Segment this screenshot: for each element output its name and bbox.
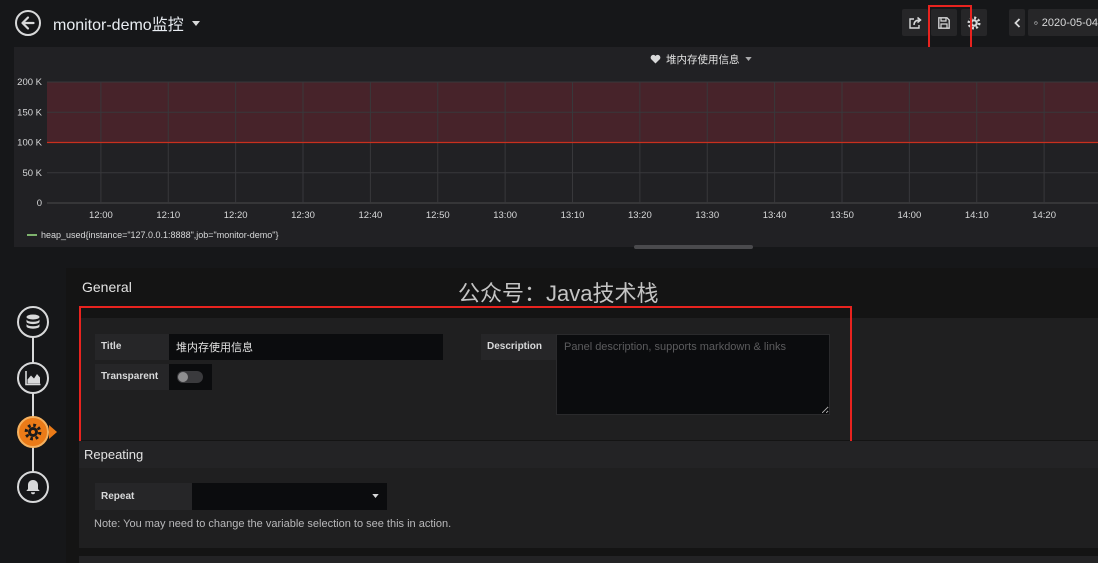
repeating-header-band [79, 441, 1098, 468]
step-alert[interactable] [17, 471, 49, 503]
x-tick-label: 13:50 [830, 210, 854, 221]
repeat-note: Note: You may need to change the variabl… [94, 518, 452, 530]
arrow-left-icon [21, 16, 35, 30]
gear-icon [967, 16, 981, 29]
toggle-knob [178, 372, 188, 382]
y-tick-label: 50 K [22, 168, 42, 179]
x-tick-label: 13:30 [695, 210, 719, 221]
time-range-label: 2020-05-04 [1041, 16, 1098, 29]
panel-resize-handle[interactable] [634, 245, 753, 249]
dashboard-title-picker[interactable]: monitor-demo监控 [53, 13, 200, 34]
x-tick-label: 12:40 [358, 210, 382, 221]
next-section-edge [79, 556, 1098, 563]
caret-down-icon [372, 494, 379, 498]
save-icon [938, 16, 950, 29]
chevron-left-icon [1013, 17, 1020, 28]
general-heading: General [82, 279, 132, 295]
x-tick-label: 13:10 [561, 210, 585, 221]
title-label: Title [95, 334, 169, 360]
step-visualization[interactable] [17, 362, 49, 394]
dashboard-settings-button[interactable] [961, 9, 987, 36]
x-tick-label: 14:20 [1032, 210, 1056, 221]
time-range-picker[interactable]: 2020-05-04 [1028, 9, 1098, 36]
repeat-select[interactable] [192, 483, 387, 510]
x-tick-label: 12:20 [224, 210, 248, 221]
x-tick-label: 14:00 [897, 210, 921, 221]
x-tick-label: 12:50 [426, 210, 450, 221]
graph-plot[interactable]: 200 K 150 K 100 K 50 K 0 12:00 12:10 12:20 12:30… [14, 47, 1098, 247]
database-icon [26, 314, 40, 329]
area-chart-icon [25, 371, 41, 386]
repeating-heading: Repeating [84, 447, 144, 462]
gear-icon [24, 423, 42, 441]
y-tick-label: 100 K [17, 138, 42, 149]
x-tick-label: 13:20 [628, 210, 652, 221]
x-tick-label: 14:10 [965, 210, 989, 221]
dashboard-title: monitor-demo监控 [53, 17, 184, 34]
x-tick-label: 12:10 [156, 210, 180, 221]
back-button[interactable] [15, 10, 41, 36]
x-tick-label: 13:40 [763, 210, 787, 221]
graph-panel: 堆内存使用信息 200 K 150 K 100 K 50 K 0 12:00 12:10 12… [14, 47, 1098, 247]
y-tick-label: 0 [37, 198, 42, 209]
share-button[interactable] [902, 9, 928, 36]
legend-series-color [27, 233, 37, 236]
time-shift-back-button[interactable] [1009, 9, 1025, 36]
chart-legend-item[interactable]: heap_used{instance="127.0.0.1:8888",job=… [27, 229, 278, 240]
x-tick-label: 13:00 [493, 210, 517, 221]
share-icon [909, 16, 922, 29]
clock-icon [1034, 20, 1038, 25]
legend-series-name: heap_used{instance="127.0.0.1:8888",job=… [41, 229, 279, 240]
description-label: Description [481, 334, 556, 360]
x-tick-label: 12:30 [291, 210, 315, 221]
watermark: 公众号：Java技术栈 [458, 281, 659, 306]
caret-down-icon [191, 20, 200, 26]
y-tick-label: 150 K [17, 107, 42, 118]
transparent-toggle[interactable] [169, 364, 212, 390]
step-general[interactable] [17, 416, 49, 448]
bell-icon [26, 480, 40, 495]
active-step-pointer [49, 425, 57, 439]
x-tick-label: 12:00 [89, 210, 113, 221]
transparent-label: Transparent [95, 364, 169, 390]
toggle-track [177, 371, 203, 383]
step-connector-line [32, 322, 34, 487]
save-dashboard-button[interactable] [931, 9, 957, 36]
step-queries[interactable] [17, 306, 49, 338]
repeat-label: Repeat [95, 483, 192, 510]
y-tick-label: 200 K [17, 77, 42, 88]
description-textarea[interactable] [556, 334, 830, 415]
panel-title-input[interactable] [169, 334, 443, 360]
